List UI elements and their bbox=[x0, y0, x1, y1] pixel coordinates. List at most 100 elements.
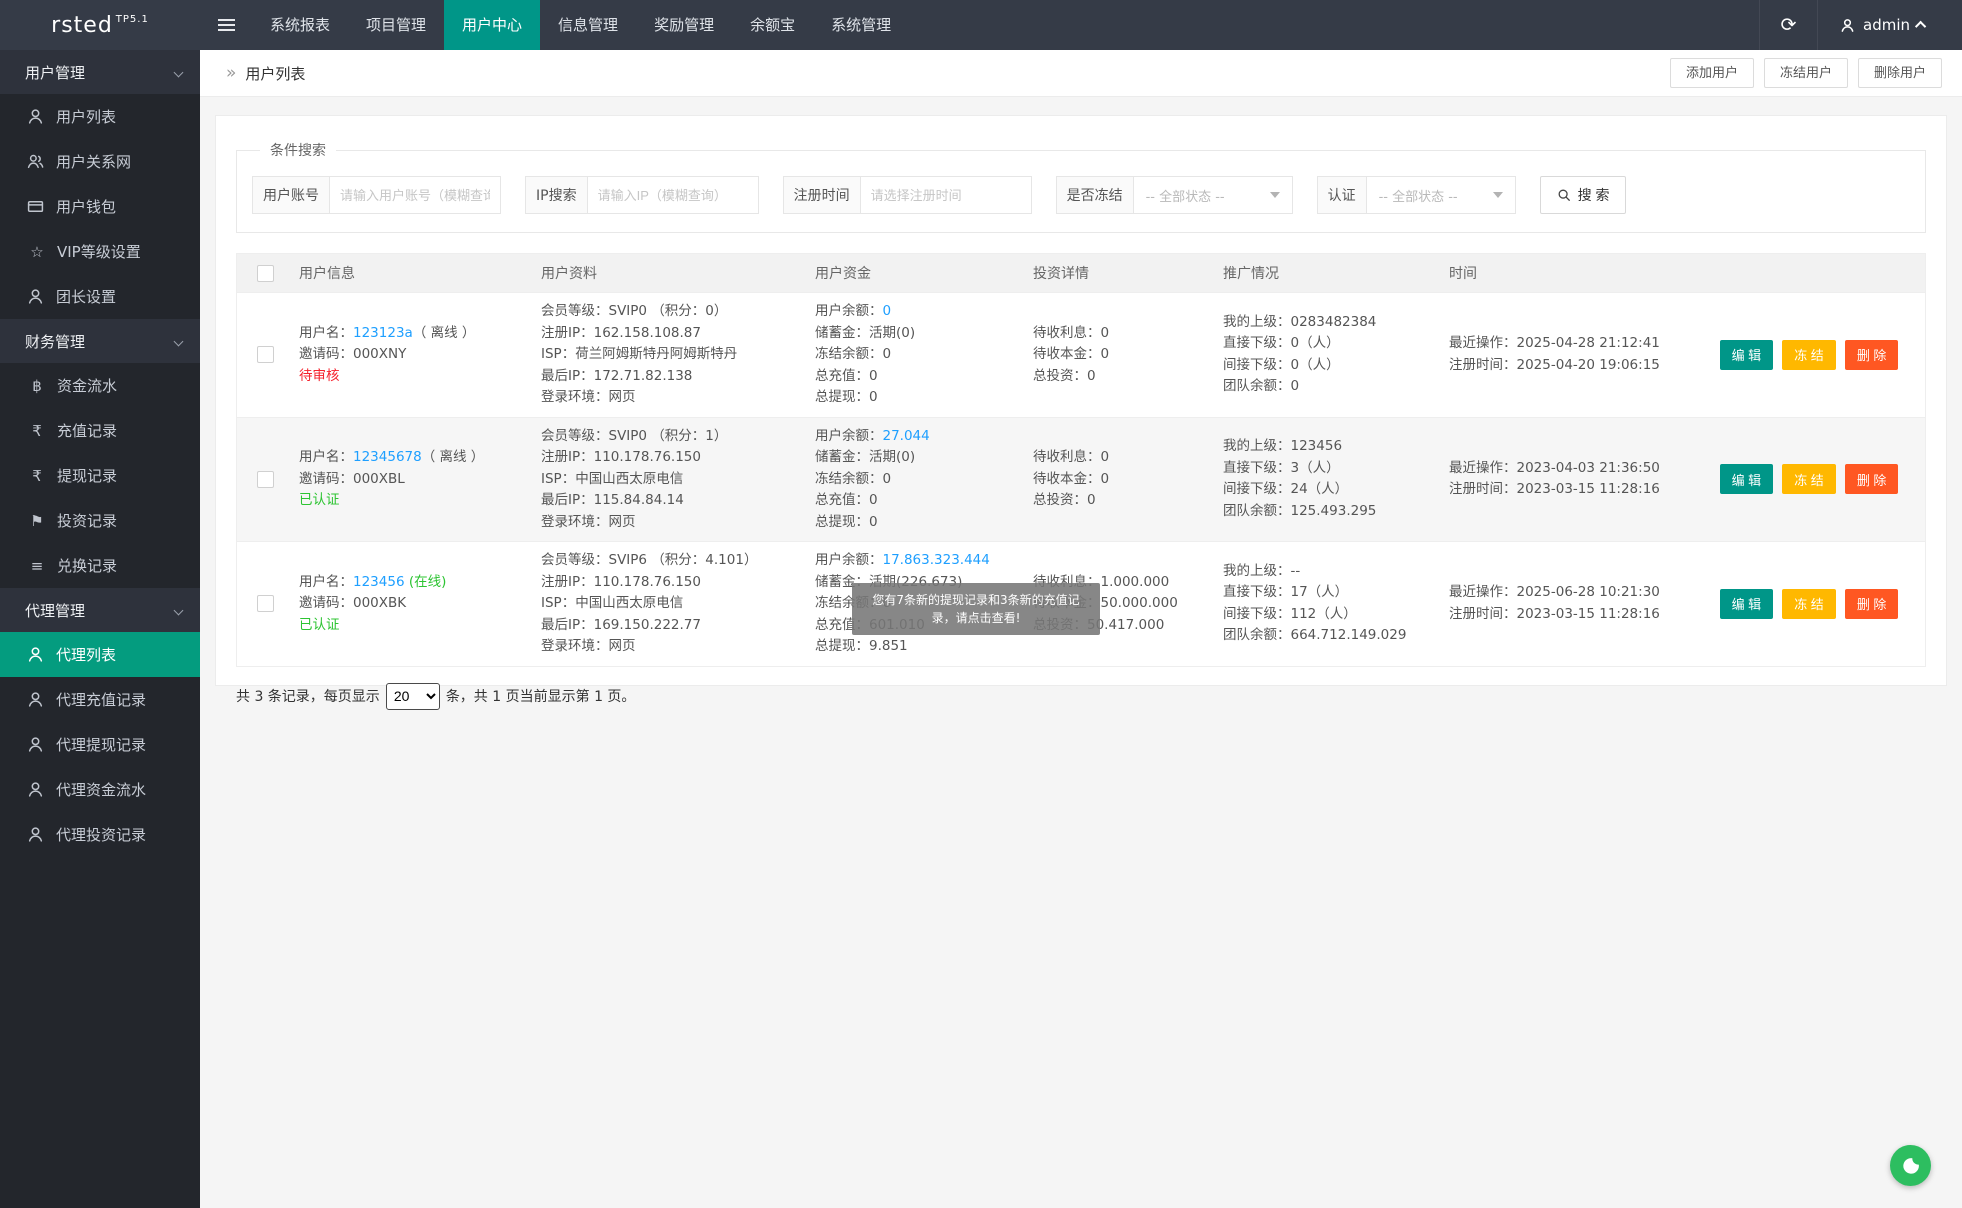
username-link[interactable]: 123123a bbox=[353, 325, 413, 341]
search-group-account: 用户账号 bbox=[252, 176, 501, 214]
balance-link[interactable]: 0 bbox=[883, 303, 892, 319]
user-funds-cell: 用户余额：27.044 储蓄金：活期(0) 冻结余额：0 总充值：0 总提现：0 bbox=[809, 418, 1027, 542]
sidebar-toggle-button[interactable] bbox=[200, 0, 252, 50]
sidebar-item-user-relations[interactable]: 用户关系网 bbox=[0, 139, 200, 184]
promotion-cell: 我的上级：0283482384 直接下级：0（人） 间接下级：0（人） 团队余额… bbox=[1217, 293, 1443, 417]
online-status: （ 离线 ） bbox=[413, 325, 476, 341]
row-checkbox[interactable] bbox=[257, 471, 274, 488]
sidebar-item-invest-records[interactable]: ⚑ 投资记录 bbox=[0, 498, 200, 543]
account-label: 用户账号 bbox=[252, 176, 329, 214]
username-link[interactable]: 123456 bbox=[353, 574, 405, 590]
header-user-info: 用户信息 bbox=[293, 263, 535, 283]
table-row: 用户名：123123a（ 离线 ） 邀请码：000XNY 待审核 会员等级：SV… bbox=[237, 292, 1925, 417]
tab-user-center[interactable]: 用户中心 bbox=[444, 0, 540, 50]
sidebar-section-user-management[interactable]: 用户管理 bbox=[0, 50, 200, 94]
delete-user-button[interactable]: 删除用户 bbox=[1858, 58, 1942, 88]
freeze-user-button[interactable]: 冻结用户 bbox=[1764, 58, 1848, 88]
user-profile-cell: 会员等级：SVIP0 （积分：0） 注册IP：162.158.108.87 IS… bbox=[535, 293, 809, 417]
sidebar-item-label: VIP等级设置 bbox=[57, 241, 141, 262]
sidebar-item-agent-list[interactable]: 代理列表 bbox=[0, 632, 200, 677]
frozen-select[interactable]: -- 全部状态 -- bbox=[1133, 176, 1293, 214]
account-input[interactable] bbox=[329, 176, 501, 214]
admin-menu[interactable]: admin bbox=[1817, 0, 1962, 50]
user-icon bbox=[27, 781, 44, 798]
sidebar-item-agent-withdraw-records[interactable]: 代理提现记录 bbox=[0, 722, 200, 767]
sidebar-item-fund-flow[interactable]: ฿ 资金流水 bbox=[0, 363, 200, 408]
user-profile-cell: 会员等级：SVIP6 （积分：4.101） 注册IP：110.178.76.15… bbox=[535, 542, 809, 666]
header-time: 时间 bbox=[1443, 263, 1695, 283]
delete-button[interactable]: 删 除 bbox=[1845, 589, 1899, 619]
list-icon: ≡ bbox=[27, 557, 47, 575]
refresh-button[interactable]: ⟳ bbox=[1759, 0, 1817, 50]
sidebar-item-agent-fund-flow[interactable]: 代理资金流水 bbox=[0, 767, 200, 812]
search-group-ip: IP搜索 bbox=[525, 176, 759, 214]
regtime-label: 注册时间 bbox=[783, 176, 860, 214]
delete-button[interactable]: 删 除 bbox=[1845, 340, 1899, 370]
tab-yuebao[interactable]: 余额宝 bbox=[732, 0, 813, 50]
page-size-select[interactable]: 20 bbox=[386, 683, 440, 710]
invite-code: 000XBK bbox=[353, 595, 406, 611]
sidebar-item-leader-settings[interactable]: 团长设置 bbox=[0, 274, 200, 319]
select-all-checkbox[interactable] bbox=[257, 265, 274, 282]
user-info-cell: 用户名：123123a（ 离线 ） 邀请码：000XNY 待审核 bbox=[293, 293, 535, 417]
sidebar-item-agent-recharge-records[interactable]: 代理充值记录 bbox=[0, 677, 200, 722]
row-checkbox[interactable] bbox=[257, 595, 274, 612]
sidebar-item-user-wallet[interactable]: 用户钱包 bbox=[0, 184, 200, 229]
username-link[interactable]: 12345678 bbox=[353, 449, 422, 465]
sidebar: 用户管理 用户列表 用户关系网 用户钱包 ☆ VIP等级设置 团长设置 财务管理… bbox=[0, 50, 200, 1208]
header-user-profile: 用户资料 bbox=[535, 263, 809, 283]
sidebar-section-agent-management[interactable]: 代理管理 bbox=[0, 588, 200, 632]
sidebar-item-label: 代理列表 bbox=[56, 644, 116, 665]
freeze-button[interactable]: 冻 结 bbox=[1782, 340, 1836, 370]
header-promotion: 推广情况 bbox=[1217, 263, 1443, 283]
breadcrumb-bar: » 用户列表 添加用户 冻结用户 删除用户 bbox=[200, 50, 1962, 97]
user-icon bbox=[27, 646, 44, 663]
search-group-regtime: 注册时间 bbox=[783, 176, 1032, 214]
auth-select[interactable]: -- 全部状态 -- bbox=[1366, 176, 1516, 214]
sidebar-item-label: 充值记录 bbox=[57, 420, 117, 441]
edit-button[interactable]: 编 辑 bbox=[1720, 589, 1774, 619]
baht-icon: ฿ bbox=[27, 377, 47, 395]
chevron-down-icon bbox=[174, 336, 184, 346]
sidebar-section-finance-management[interactable]: 财务管理 bbox=[0, 319, 200, 363]
breadcrumb-arrow-icon: » bbox=[226, 63, 236, 83]
balance-link[interactable]: 27.044 bbox=[883, 428, 930, 444]
row-checkbox[interactable] bbox=[257, 346, 274, 363]
search-fieldset: 条件搜索 用户账号 IP搜索 注册时间 是否冻结 -- 全部状态 - bbox=[236, 140, 1926, 233]
add-user-button[interactable]: 添加用户 bbox=[1670, 58, 1754, 88]
search-button[interactable]: 搜 索 bbox=[1540, 176, 1627, 214]
star-icon: ☆ bbox=[27, 243, 47, 261]
sidebar-item-agent-invest-records[interactable]: 代理投资记录 bbox=[0, 812, 200, 857]
theme-floating-button[interactable] bbox=[1890, 1145, 1931, 1186]
sidebar-item-recharge-records[interactable]: ₹ 充值记录 bbox=[0, 408, 200, 453]
tab-system-management[interactable]: 系统管理 bbox=[813, 0, 909, 50]
edit-button[interactable]: 编 辑 bbox=[1720, 464, 1774, 494]
sidebar-item-exchange-records[interactable]: ≡ 兑换记录 bbox=[0, 543, 200, 588]
navbar-right: ⟳ admin bbox=[1759, 0, 1962, 50]
regtime-input[interactable] bbox=[860, 176, 1032, 214]
balance-link[interactable]: 17.863.323.444 bbox=[883, 552, 990, 568]
sidebar-item-label: 代理资金流水 bbox=[56, 779, 146, 800]
app-logo: rsted TP5.1 bbox=[0, 0, 200, 50]
tab-info-management[interactable]: 信息管理 bbox=[540, 0, 636, 50]
rupee-icon: ₹ bbox=[27, 467, 47, 485]
tab-reward-management[interactable]: 奖励管理 bbox=[636, 0, 732, 50]
delete-button[interactable]: 删 除 bbox=[1845, 464, 1899, 494]
tab-project-management[interactable]: 项目管理 bbox=[348, 0, 444, 50]
tab-system-report[interactable]: 系统报表 bbox=[252, 0, 348, 50]
edit-button[interactable]: 编 辑 bbox=[1720, 340, 1774, 370]
flag-icon: ⚑ bbox=[27, 512, 47, 530]
pagination: 共 3 条记录，每页显示 20 条，共 1 页当前显示第 1 页。 bbox=[236, 683, 1926, 710]
user-icon bbox=[27, 288, 44, 305]
freeze-button[interactable]: 冻 结 bbox=[1782, 464, 1836, 494]
sidebar-item-label: 资金流水 bbox=[57, 375, 117, 396]
sidebar-item-label: 用户钱包 bbox=[56, 196, 116, 217]
sidebar-item-vip-settings[interactable]: ☆ VIP等级设置 bbox=[0, 229, 200, 274]
sidebar-item-user-list[interactable]: 用户列表 bbox=[0, 94, 200, 139]
header-invest-details: 投资详情 bbox=[1027, 263, 1217, 283]
freeze-button[interactable]: 冻 结 bbox=[1782, 589, 1836, 619]
chevron-down-icon bbox=[174, 605, 184, 615]
ip-input[interactable] bbox=[587, 176, 759, 214]
sidebar-item-withdraw-records[interactable]: ₹ 提现记录 bbox=[0, 453, 200, 498]
person-icon bbox=[1840, 18, 1855, 33]
